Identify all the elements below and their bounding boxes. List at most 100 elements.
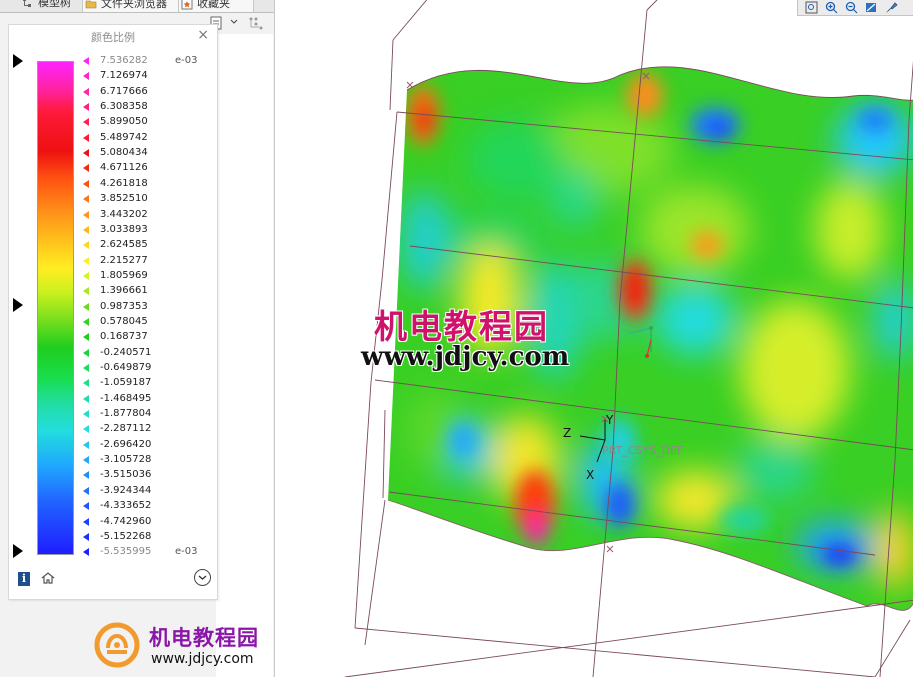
scale-marker[interactable] bbox=[83, 517, 89, 526]
scale-value: -4.742960 bbox=[100, 515, 152, 527]
scale-marker[interactable] bbox=[83, 502, 89, 511]
scale-marker[interactable] bbox=[83, 486, 89, 495]
scale-marker[interactable] bbox=[83, 72, 89, 81]
scale-min-handle[interactable] bbox=[13, 544, 23, 558]
logo: 机电教程园 www.jdjcy.com bbox=[94, 622, 264, 672]
color-scale-title: 颜色比例 bbox=[91, 31, 135, 44]
scale-value: -5.535995 bbox=[100, 546, 152, 558]
navigator-tree-area bbox=[216, 34, 273, 677]
scale-marker[interactable] bbox=[83, 225, 89, 234]
scale-value: 6.717666 bbox=[100, 85, 148, 97]
scale-value: 7.126974 bbox=[100, 70, 148, 82]
chevron-down-icon bbox=[198, 575, 207, 580]
scale-mid-handle[interactable] bbox=[13, 298, 23, 312]
scale-value: 3.033893 bbox=[100, 223, 148, 235]
scale-max-handle[interactable] bbox=[13, 54, 23, 68]
application-window: 模型树 文件夹浏览器 收藏夹 颜色比例 × 7.536282 7.126974 … bbox=[0, 0, 913, 677]
info-icon[interactable]: i bbox=[18, 572, 30, 586]
tab-label: 模型树 bbox=[38, 0, 71, 9]
scale-marker[interactable] bbox=[83, 317, 89, 326]
scale-marker[interactable] bbox=[83, 348, 89, 357]
scale-value: -3.924344 bbox=[100, 484, 152, 496]
scale-marker[interactable] bbox=[83, 410, 89, 419]
scale-value: 0.987353 bbox=[100, 300, 148, 312]
close-icon[interactable]: × bbox=[197, 27, 209, 43]
scale-value: 4.261818 bbox=[100, 177, 148, 189]
scale-marker[interactable] bbox=[83, 256, 89, 265]
scale-value: 0.578045 bbox=[100, 315, 148, 327]
y-axis-label: Y bbox=[606, 413, 614, 427]
scale-value: 2.624585 bbox=[100, 239, 148, 251]
zoom-out-icon[interactable] bbox=[845, 1, 858, 14]
scale-marker[interactable] bbox=[83, 333, 89, 342]
scale-value: 5.489742 bbox=[100, 131, 148, 143]
graphics-viewport[interactable]: Z Y X PRT_CSYS_DEF 机电教程园 www.jdjcy.com bbox=[275, 0, 913, 677]
scale-value: 5.080434 bbox=[100, 147, 148, 159]
z-axis-label: Z bbox=[563, 426, 572, 440]
folder-icon bbox=[85, 0, 97, 9]
scale-marker[interactable] bbox=[83, 103, 89, 112]
zoom-in-icon[interactable] bbox=[825, 1, 838, 14]
scale-marker[interactable] bbox=[83, 456, 89, 465]
navigator-panel: 模型树 文件夹浏览器 收藏夹 颜色比例 × 7.536282 7.126974 … bbox=[0, 0, 275, 677]
tab-label: 收藏夹 bbox=[197, 0, 230, 10]
scale-value: 3.443202 bbox=[100, 208, 148, 220]
scale-value: 5.899050 bbox=[100, 116, 148, 128]
csys-label: PRT_CSYS_DEF bbox=[602, 444, 684, 457]
scale-marker[interactable] bbox=[83, 57, 89, 65]
scale-marker[interactable] bbox=[83, 440, 89, 449]
scale-value: -3.105728 bbox=[100, 454, 152, 466]
color-gradient-bar bbox=[37, 61, 74, 555]
scale-value: 3.852510 bbox=[100, 193, 148, 205]
scale-marker[interactable] bbox=[83, 241, 89, 250]
watermark-url: www.jdjcy.com bbox=[361, 342, 570, 372]
scale-value: -5.152268 bbox=[100, 530, 152, 542]
tree-filter-icon[interactable] bbox=[246, 14, 266, 32]
watermark-name: 机电教程园 bbox=[374, 307, 549, 346]
scale-marker[interactable] bbox=[83, 271, 89, 280]
scale-marker[interactable] bbox=[83, 532, 89, 541]
chevron-down-icon[interactable] bbox=[230, 18, 238, 26]
logo-name: 机电教程园 bbox=[149, 626, 259, 650]
logo-emblem-icon bbox=[94, 622, 140, 668]
tab-model-tree[interactable]: 模型树 bbox=[20, 0, 86, 11]
scale-value: 0.168737 bbox=[100, 331, 148, 343]
scale-marker[interactable] bbox=[83, 364, 89, 372]
scale-value: -4.333652 bbox=[100, 500, 152, 512]
analysis-surface-render bbox=[344, 0, 913, 677]
scale-marker[interactable] bbox=[83, 379, 89, 388]
scale-unit-top: e-03 bbox=[175, 55, 198, 66]
scale-value: -2.696420 bbox=[100, 438, 152, 450]
scale-marker[interactable] bbox=[83, 164, 89, 173]
scale-marker[interactable] bbox=[83, 548, 89, 557]
scale-value: -1.468495 bbox=[100, 392, 152, 404]
color-scale-footer: i bbox=[9, 565, 217, 599]
color-scale-dialog: 颜色比例 × 7.536282 7.126974 6.717666 6.308358 5… bbox=[8, 24, 218, 600]
scale-marker[interactable] bbox=[83, 195, 89, 204]
chevron-down-circle-icon[interactable] bbox=[194, 569, 211, 586]
pan-icon[interactable] bbox=[885, 1, 898, 14]
home-icon[interactable] bbox=[40, 570, 56, 586]
tab-label: 文件夹浏览器 bbox=[101, 0, 167, 10]
scale-marker[interactable] bbox=[83, 425, 89, 434]
scale-marker[interactable] bbox=[83, 394, 89, 403]
repaint-icon[interactable] bbox=[865, 1, 878, 14]
scale-marker[interactable] bbox=[83, 133, 89, 142]
scale-marker[interactable] bbox=[83, 471, 89, 480]
scale-marker[interactable] bbox=[83, 118, 89, 127]
x-axis-label: X bbox=[586, 468, 595, 482]
scale-value: 2.215277 bbox=[100, 254, 148, 266]
scale-marker[interactable] bbox=[83, 87, 89, 96]
logo-url: www.jdjcy.com bbox=[151, 651, 254, 667]
scale-marker[interactable] bbox=[83, 149, 89, 158]
scale-value: 4.671126 bbox=[100, 162, 148, 174]
scale-value: -0.649879 bbox=[100, 362, 152, 373]
scale-marker[interactable] bbox=[83, 287, 89, 296]
zoom-fit-icon[interactable] bbox=[805, 1, 818, 14]
scale-marker[interactable] bbox=[83, 302, 89, 311]
scale-marker[interactable] bbox=[83, 210, 89, 219]
scale-value: 1.396661 bbox=[100, 285, 148, 297]
scale-value: 6.308358 bbox=[100, 101, 148, 113]
scale-marker[interactable] bbox=[83, 179, 89, 188]
favorites-icon bbox=[181, 0, 193, 10]
